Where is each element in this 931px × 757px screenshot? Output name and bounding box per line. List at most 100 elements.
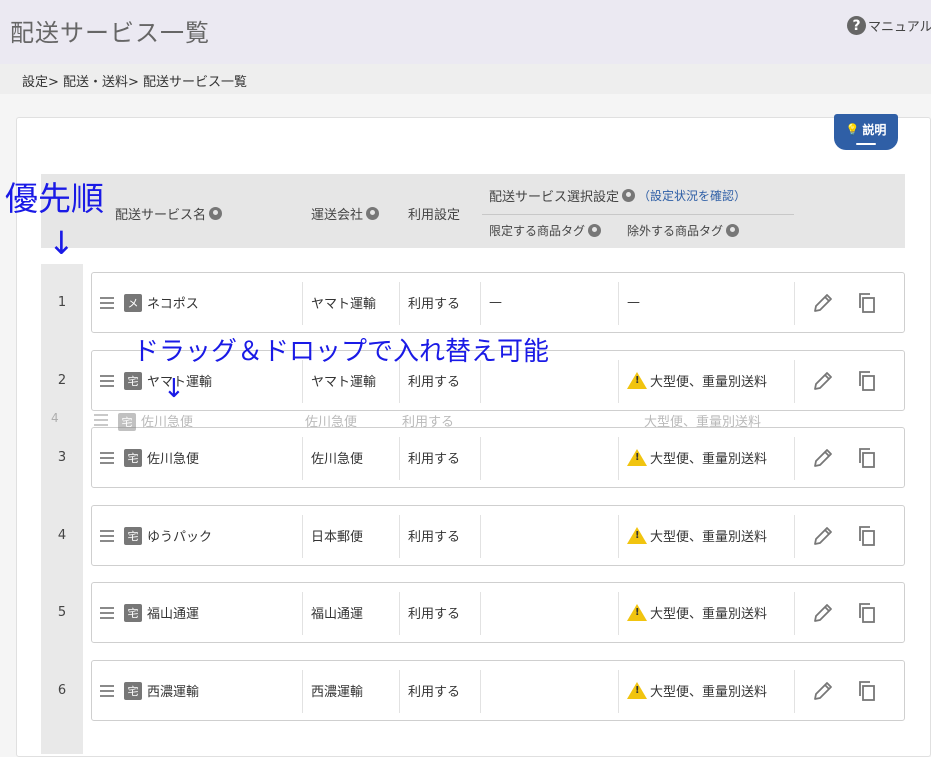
column-divider (794, 282, 795, 325)
header-limit-tags-label: 限定する商品タグ (489, 224, 586, 238)
manual-label: マニュアル (868, 20, 931, 35)
drag-handle-icon[interactable] (100, 452, 114, 464)
app-header: 配送サービス一覧 ? マニュアル (0, 0, 931, 64)
copy-icon[interactable] (855, 446, 879, 470)
ghost-type-tag: 宅 (118, 413, 136, 431)
limit-tags-cell: — (489, 295, 502, 310)
priority-number: 4 (57, 528, 67, 543)
service-row[interactable]: 宅福山通運 福山通運 利用する! 大型便、重量別送料 (91, 582, 905, 643)
column-divider (794, 670, 795, 713)
service-name-cell: 宅福山通運 (124, 583, 199, 642)
check-settings-link[interactable]: （設定状況を確認） (638, 187, 746, 204)
question-icon: ? (847, 16, 866, 35)
header-carrier: 運送会社 (311, 204, 380, 223)
service-type-tag: 宅 (124, 371, 142, 390)
pencil-icon[interactable] (811, 524, 835, 548)
pencil-icon[interactable] (811, 291, 835, 315)
exclude-tags-text: — (627, 295, 640, 310)
info-icon[interactable] (209, 207, 223, 220)
exclude-tags-cell: — (627, 273, 640, 332)
exclude-tags-text: 大型便、重量別送料 (650, 530, 768, 545)
manual-link[interactable]: ? マニュアル (847, 16, 931, 35)
pencil-icon[interactable] (811, 446, 835, 470)
column-divider (302, 670, 303, 713)
column-divider (618, 592, 619, 635)
pencil-icon[interactable] (811, 679, 835, 703)
exclude-tags-text: 大型便、重量別送料 (650, 607, 768, 622)
priority-number: 6 (57, 683, 67, 698)
warning-icon: ! (627, 449, 647, 466)
service-name: 福山通運 (147, 607, 200, 622)
annotation-drag-hint: ドラッグ＆ドロップで入れ替え可能 (133, 337, 550, 367)
drag-handle-icon[interactable] (100, 375, 114, 387)
header-service-name: 配送サービス名 (115, 204, 223, 223)
copy-icon[interactable] (855, 291, 879, 315)
service-name: ゆうパック (147, 530, 213, 545)
drag-handle-icon[interactable] (100, 297, 114, 309)
carrier-cell: ヤマト運輸 (311, 297, 377, 312)
table-header: 配送サービス名 運送会社 利用設定 配送サービス選択設定 （設定状況を確認） 限… (41, 174, 905, 248)
column-divider (794, 515, 795, 558)
annotation-drag-arrow: ↓ (163, 374, 185, 404)
usage-cell: 利用する (408, 685, 461, 700)
column-divider (302, 282, 303, 325)
warning-icon: ! (627, 604, 647, 621)
header-exclude-tags: 除外する商品タグ (627, 222, 740, 239)
service-type-tag: メ (124, 293, 142, 312)
ghost-priority: 4 (51, 411, 59, 425)
ghost-name-label: 佐川急便 (141, 415, 194, 430)
drag-handle-icon[interactable] (100, 685, 114, 697)
breadcrumb: 設定> 配送・送料> 配送サービス一覧 (22, 75, 248, 90)
service-row[interactable]: 宅ゆうパック 日本郵便 利用する! 大型便、重量別送料 (91, 505, 905, 566)
service-row[interactable]: メネコポス ヤマト運輸 利用する — — (91, 272, 905, 333)
exclude-tags-cell: ! 大型便、重量別送料 (627, 583, 767, 642)
ghost-exclude: 大型便、重量別送料 (644, 415, 762, 430)
exclude-tags-text: 大型便、重量別送料 (650, 452, 768, 467)
ghost-name: 宅佐川急便 (118, 411, 193, 431)
service-row[interactable]: 宅西濃運輸 西濃運輸 利用する! 大型便、重量別送料 (91, 660, 905, 721)
pencil-icon[interactable] (811, 369, 835, 393)
column-divider (794, 592, 795, 635)
info-icon[interactable] (588, 224, 602, 237)
pencil-icon[interactable] (811, 601, 835, 625)
column-divider (480, 515, 481, 558)
copy-icon[interactable] (855, 601, 879, 625)
carrier-cell: 福山通運 (311, 607, 364, 622)
drag-handle-icon[interactable] (100, 530, 114, 542)
info-icon[interactable] (622, 189, 636, 202)
column-divider (480, 592, 481, 635)
column-divider (480, 282, 481, 325)
priority-number: 3 (57, 450, 67, 465)
service-name-cell: メネコポス (124, 273, 199, 332)
warning-icon: ! (627, 682, 647, 699)
exclude-tags-text: 大型便、重量別送料 (650, 375, 768, 390)
carrier-cell: 西濃運輸 (311, 685, 364, 700)
column-divider (618, 670, 619, 713)
column-divider (399, 592, 400, 635)
drag-handle-icon[interactable] (100, 607, 114, 619)
copy-icon[interactable] (855, 679, 879, 703)
column-divider (302, 592, 303, 635)
page-title: 配送サービス一覧 (10, 19, 210, 47)
breadcrumb-bar: 設定> 配送・送料> 配送サービス一覧 (0, 64, 931, 94)
service-type-tag: 宅 (124, 448, 142, 467)
annotation-priority-label: 優先順 (5, 179, 104, 218)
copy-icon[interactable] (855, 524, 879, 548)
copy-icon[interactable] (855, 369, 879, 393)
column-divider (302, 515, 303, 558)
header-selection: 配送サービス選択設定 （設定状況を確認） (489, 186, 746, 205)
help-button[interactable]: 💡 説明 (834, 114, 898, 150)
header-carrier-label: 運送会社 (311, 208, 364, 223)
warning-icon: ! (627, 527, 647, 544)
ghost-carrier: 佐川急便 (305, 415, 358, 430)
carrier-cell: 日本郵便 (311, 530, 364, 545)
drag-handle-icon (94, 414, 108, 426)
info-icon[interactable] (366, 207, 380, 220)
priority-column (41, 264, 83, 754)
priority-number: 2 (57, 373, 67, 388)
info-icon[interactable] (726, 224, 740, 237)
bulb-icon: 💡 (845, 122, 860, 136)
header-exclude-tags-label: 除外する商品タグ (627, 224, 724, 238)
annotation-arrow: ↓ (48, 224, 75, 262)
column-divider (480, 670, 481, 713)
